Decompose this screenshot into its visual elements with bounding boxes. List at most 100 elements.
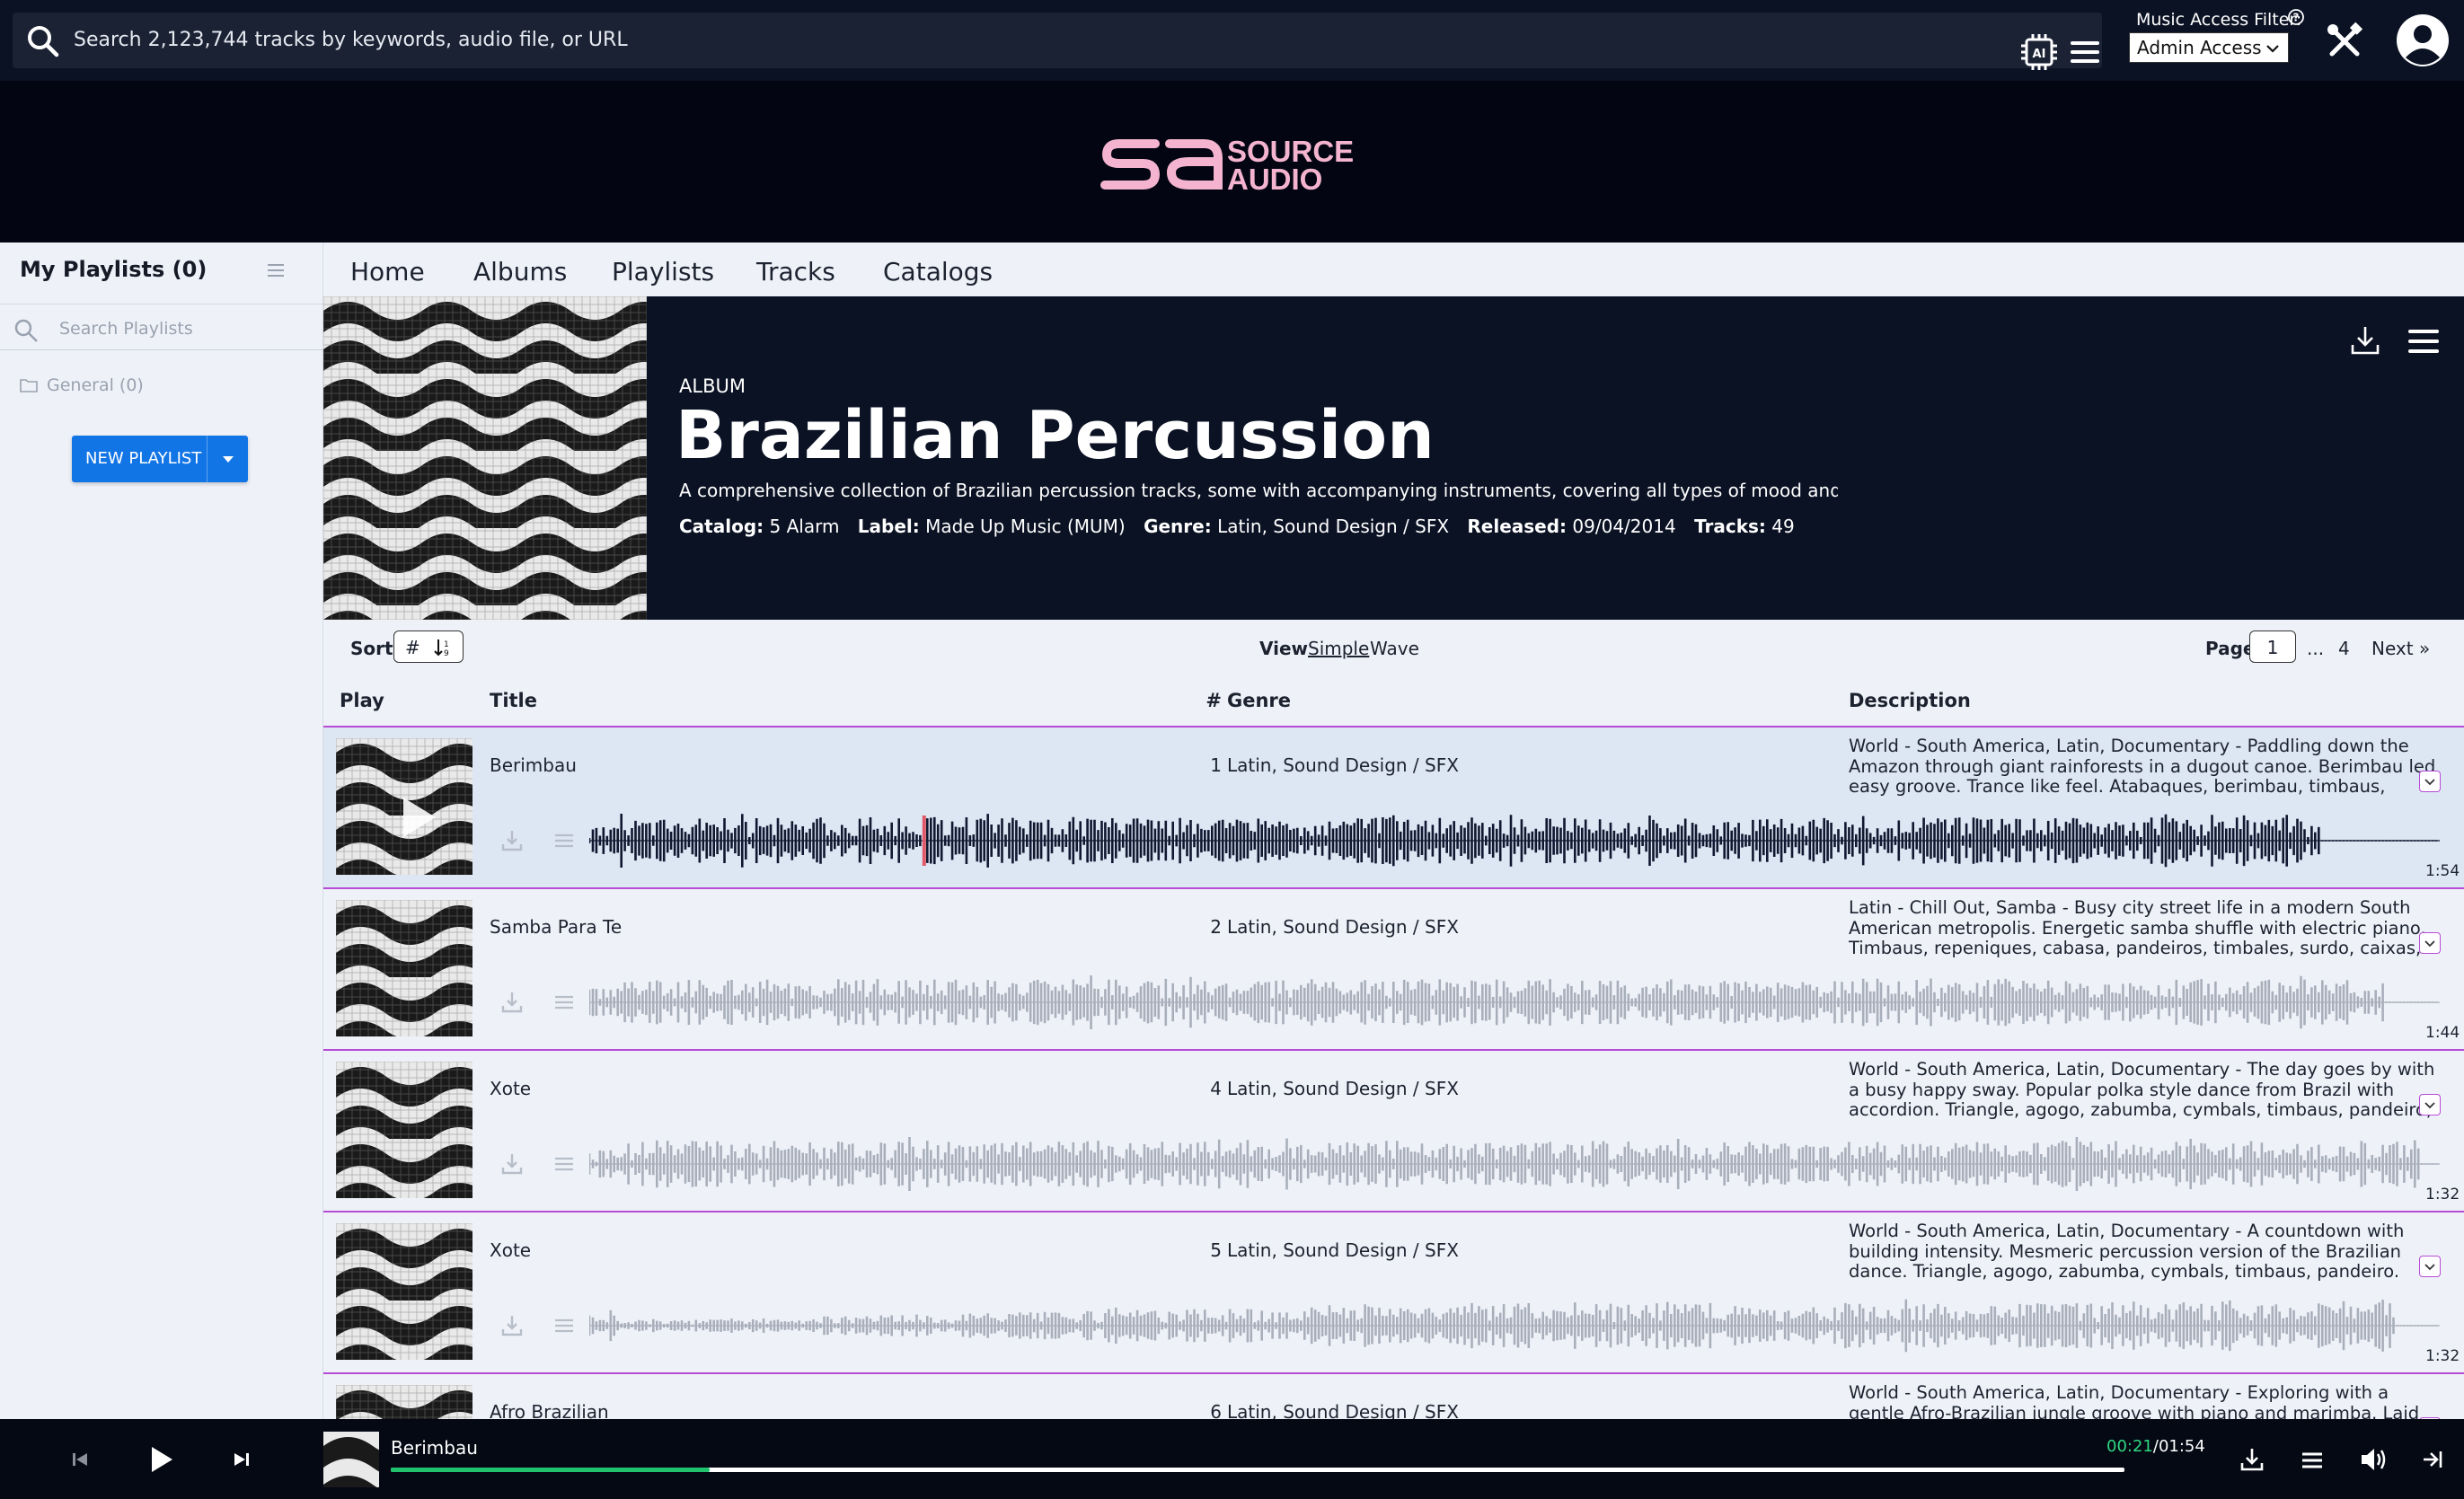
- skip-next-icon[interactable]: [232, 1450, 252, 1469]
- global-search-bar[interactable]: Search 2,123,744 tracks by keywords, aud…: [13, 13, 2102, 70]
- next-page-link[interactable]: Next »: [2371, 638, 2430, 659]
- sort-value: #: [405, 637, 420, 658]
- tools-icon[interactable]: [2325, 22, 2364, 61]
- view-simple-option[interactable]: Simple: [1308, 638, 1369, 659]
- access-filter-select[interactable]: Admin Access: [2129, 32, 2289, 63]
- expand-description-icon[interactable]: [2419, 1094, 2441, 1115]
- track-genre: Latin, Sound Design / SFX: [1227, 754, 1459, 776]
- download-icon[interactable]: [2239, 1446, 2265, 1473]
- page-input[interactable]: 1: [2249, 630, 2296, 663]
- playhead-marker[interactable]: [922, 816, 926, 866]
- track-number: 1: [1210, 754, 1222, 776]
- download-icon[interactable]: [499, 990, 525, 1015]
- tracks-value: 49: [1771, 516, 1795, 537]
- expand-description-icon[interactable]: [2419, 932, 2441, 954]
- track-description: Latin - Chill Out, Samba - Busy city str…: [1849, 898, 2426, 957]
- access-filter-value: Admin Access: [2137, 37, 2262, 58]
- track-row[interactable]: Xote 4 Latin, Sound Design / SFX World - So…: [323, 1051, 2464, 1212]
- track-waveform[interactable]: [587, 813, 2440, 869]
- source-audio-logo[interactable]: SOURCE AUDIO: [1100, 133, 1369, 196]
- sort-label: Sort: [350, 638, 393, 659]
- tab-home[interactable]: Home: [350, 257, 425, 287]
- help-icon[interactable]: ?: [2287, 8, 2305, 26]
- track-waveform[interactable]: [587, 974, 2440, 1030]
- track-title[interactable]: Xote: [490, 1239, 531, 1261]
- view-wave-option[interactable]: Wave: [1370, 638, 1419, 659]
- playlist-search-input[interactable]: Search Playlists: [59, 319, 193, 339]
- track-duration: 1:54: [2425, 862, 2460, 880]
- track-cover[interactable]: [336, 738, 472, 875]
- page-last-link[interactable]: 4: [2338, 638, 2350, 659]
- tab-tracks[interactable]: Tracks: [756, 257, 835, 287]
- queue-icon[interactable]: [2300, 1448, 2325, 1473]
- track-cover[interactable]: [336, 1223, 472, 1360]
- track-row[interactable]: Xote 5 Latin, Sound Design / SFX World - So…: [323, 1212, 2464, 1374]
- track-row[interactable]: Berimbau 1 Latin, Sound Design / SFX World …: [323, 727, 2464, 889]
- tab-albums[interactable]: Albums: [473, 257, 567, 287]
- track-title[interactable]: Xote: [490, 1078, 531, 1099]
- playlist-search[interactable]: Search Playlists: [0, 304, 323, 350]
- play-icon[interactable]: [394, 794, 441, 841]
- now-playing-cover[interactable]: [323, 1432, 379, 1487]
- track-menu-icon[interactable]: [553, 830, 575, 851]
- col-number[interactable]: #: [1186, 690, 1222, 711]
- track-cover[interactable]: [336, 900, 472, 1036]
- playback-progress-bar[interactable]: [391, 1468, 2124, 1472]
- col-title[interactable]: Title: [490, 690, 537, 711]
- download-icon[interactable]: [2348, 323, 2382, 357]
- album-description: A comprehensive collection of Brazilian …: [679, 480, 1838, 501]
- new-playlist-label: NEW PLAYLIST: [85, 449, 202, 468]
- play-icon[interactable]: [146, 1444, 176, 1475]
- download-icon[interactable]: [499, 828, 525, 853]
- total-time: /01:54: [2152, 1437, 2205, 1456]
- download-icon[interactable]: [499, 1313, 525, 1338]
- playlist-folder-general[interactable]: General (0): [20, 375, 144, 395]
- track-menu-icon[interactable]: [553, 1315, 575, 1336]
- track-number: 4: [1210, 1078, 1222, 1099]
- svg-text:1: 1: [444, 640, 449, 649]
- folder-label: General (0): [47, 375, 144, 395]
- button-divider: [207, 436, 208, 482]
- label-value[interactable]: Made Up Music (MUM): [925, 516, 1126, 537]
- track-row[interactable]: Samba Para Te 2 Latin, Sound Design / SFX L…: [323, 889, 2464, 1051]
- page-ellipsis: ...: [2307, 638, 2325, 659]
- track-waveform[interactable]: [587, 1135, 2440, 1193]
- tab-catalogs[interactable]: Catalogs: [883, 257, 993, 287]
- hamburger-menu-icon[interactable]: [2069, 36, 2101, 68]
- track-menu-icon[interactable]: [553, 1153, 575, 1175]
- track-genre: Latin, Sound Design / SFX: [1227, 1239, 1459, 1261]
- sort-control[interactable]: # 19: [393, 630, 464, 663]
- account-icon[interactable]: [2395, 13, 2451, 68]
- track-waveform[interactable]: [587, 1299, 2440, 1353]
- ai-search-icon[interactable]: AI: [2019, 32, 2059, 72]
- track-number: 5: [1210, 1239, 1222, 1261]
- playlist-menu-icon[interactable]: [266, 260, 286, 280]
- search-icon[interactable]: [25, 23, 61, 59]
- track-duration: 1:44: [2425, 1024, 2460, 1042]
- col-play: Play: [340, 690, 384, 711]
- expand-description-icon[interactable]: [2419, 771, 2441, 792]
- view-label: View: [1259, 638, 1309, 659]
- now-playing-title[interactable]: Berimbau: [391, 1437, 478, 1459]
- album-menu-icon[interactable]: [2407, 325, 2440, 357]
- caret-down-icon[interactable]: [219, 452, 237, 466]
- label-label: Label:: [857, 516, 920, 537]
- sort-direction-icon[interactable]: 19: [432, 637, 454, 658]
- tracks-label: Tracks:: [1694, 516, 1766, 537]
- download-icon[interactable]: [499, 1151, 525, 1177]
- track-cover[interactable]: [336, 1062, 472, 1198]
- expand-description-icon[interactable]: [2419, 1256, 2441, 1277]
- track-menu-icon[interactable]: [553, 992, 575, 1013]
- new-playlist-button[interactable]: NEW PLAYLIST: [72, 436, 248, 482]
- top-bar: Search 2,123,744 tracks by keywords, aud…: [0, 0, 2464, 81]
- catalog-value[interactable]: 5 Alarm: [770, 516, 840, 537]
- volume-icon[interactable]: [2359, 1446, 2388, 1473]
- tab-playlists[interactable]: Playlists: [612, 257, 714, 287]
- skip-previous-icon[interactable]: [70, 1450, 90, 1469]
- track-title[interactable]: Samba Para Te: [490, 916, 622, 938]
- expand-player-icon[interactable]: [2420, 1448, 2443, 1471]
- album-header: ALBUM Brazilian Percussion A comprehensi…: [323, 296, 2464, 620]
- global-search-input[interactable]: Search 2,123,744 tracks by keywords, aud…: [74, 29, 628, 51]
- search-icon: [13, 317, 40, 344]
- track-title[interactable]: Berimbau: [490, 754, 577, 776]
